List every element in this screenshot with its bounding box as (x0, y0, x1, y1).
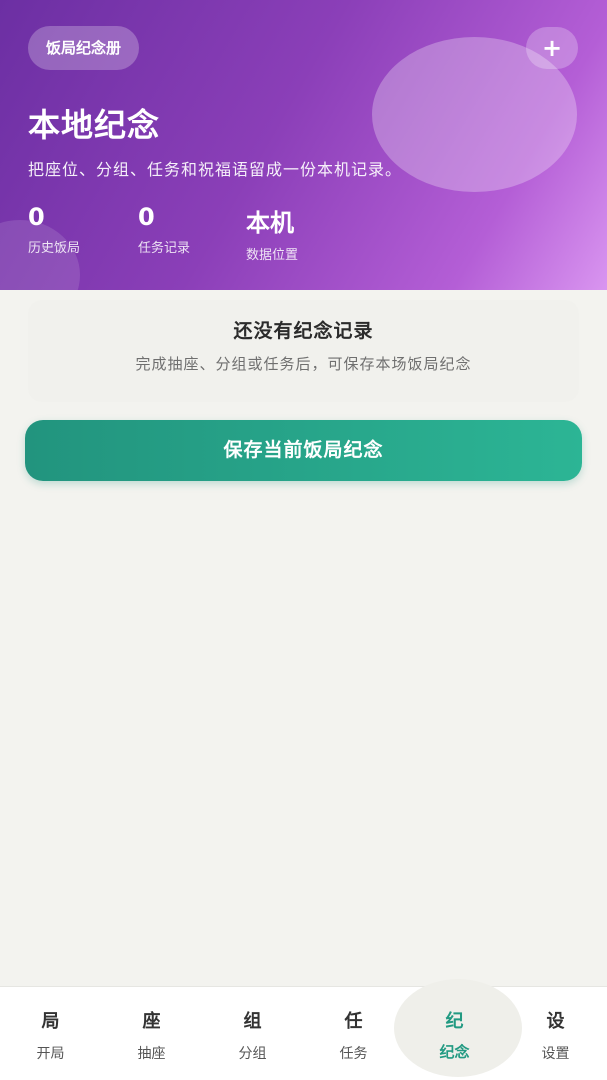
stat-storage: 本机 数据位置 (246, 203, 298, 263)
tab-glyph: 座 (142, 1011, 161, 1032)
tab-label: 任务 (339, 1046, 368, 1062)
plus-icon[interactable]: + (526, 27, 578, 69)
tab-grouping[interactable]: 组 分组 (202, 987, 303, 1080)
page-title: 本地纪念 (28, 106, 161, 144)
bottom-tab-bar: 局 开局 座 抽座 组 分组 任 任务 纪 纪念 设 设置 (0, 979, 607, 1080)
tab-memories[interactable]: 纪 纪念 (394, 979, 522, 1080)
tab-label: 开局 (36, 1046, 65, 1062)
tab-glyph: 任 (344, 1011, 363, 1032)
stat-value: 本机 (246, 209, 294, 237)
tab-glyph: 纪 (445, 1011, 464, 1032)
empty-state-card: 还没有纪念记录 完成抽座、分组或任务后，可保存本场饭局纪念 (28, 300, 579, 402)
stat-tasks: 0 任务记录 (138, 203, 190, 256)
stat-label: 历史饭局 (28, 241, 81, 256)
stat-value: 0 (28, 203, 45, 231)
stat-label: 数据位置 (246, 248, 299, 263)
tab-label: 分组 (238, 1046, 267, 1062)
stat-value: 0 (138, 203, 155, 231)
tab-tasks[interactable]: 任 任务 (303, 987, 404, 1080)
stat-history: 0 历史饭局 (28, 203, 80, 256)
page-subtitle: 把座位、分组、任务和祝福语留成一份本机记录。 (28, 160, 403, 179)
tab-label: 纪念 (439, 1043, 470, 1061)
tab-settings[interactable]: 设 设置 (505, 987, 606, 1080)
empty-state-subtitle: 完成抽座、分组或任务后，可保存本场饭局纪念 (135, 355, 472, 373)
hero-header: 饭局纪念册 + 本地纪念 把座位、分组、任务和祝福语留成一份本机记录。 0 历史… (0, 0, 607, 290)
tab-glyph: 局 (41, 1011, 60, 1032)
album-chip[interactable]: 饭局纪念册 (28, 26, 140, 70)
stat-label: 任务记录 (138, 241, 191, 256)
tab-seat-draw[interactable]: 座 抽座 (101, 987, 202, 1080)
tab-glyph: 组 (243, 1011, 262, 1032)
tab-label: 抽座 (137, 1046, 166, 1062)
tab-start[interactable]: 局 开局 (0, 987, 101, 1080)
tab-label: 设置 (541, 1046, 570, 1062)
tab-glyph: 设 (546, 1011, 565, 1032)
save-memory-button[interactable]: 保存当前饭局纪念 (25, 420, 582, 481)
empty-state-title: 还没有纪念记录 (233, 320, 374, 342)
